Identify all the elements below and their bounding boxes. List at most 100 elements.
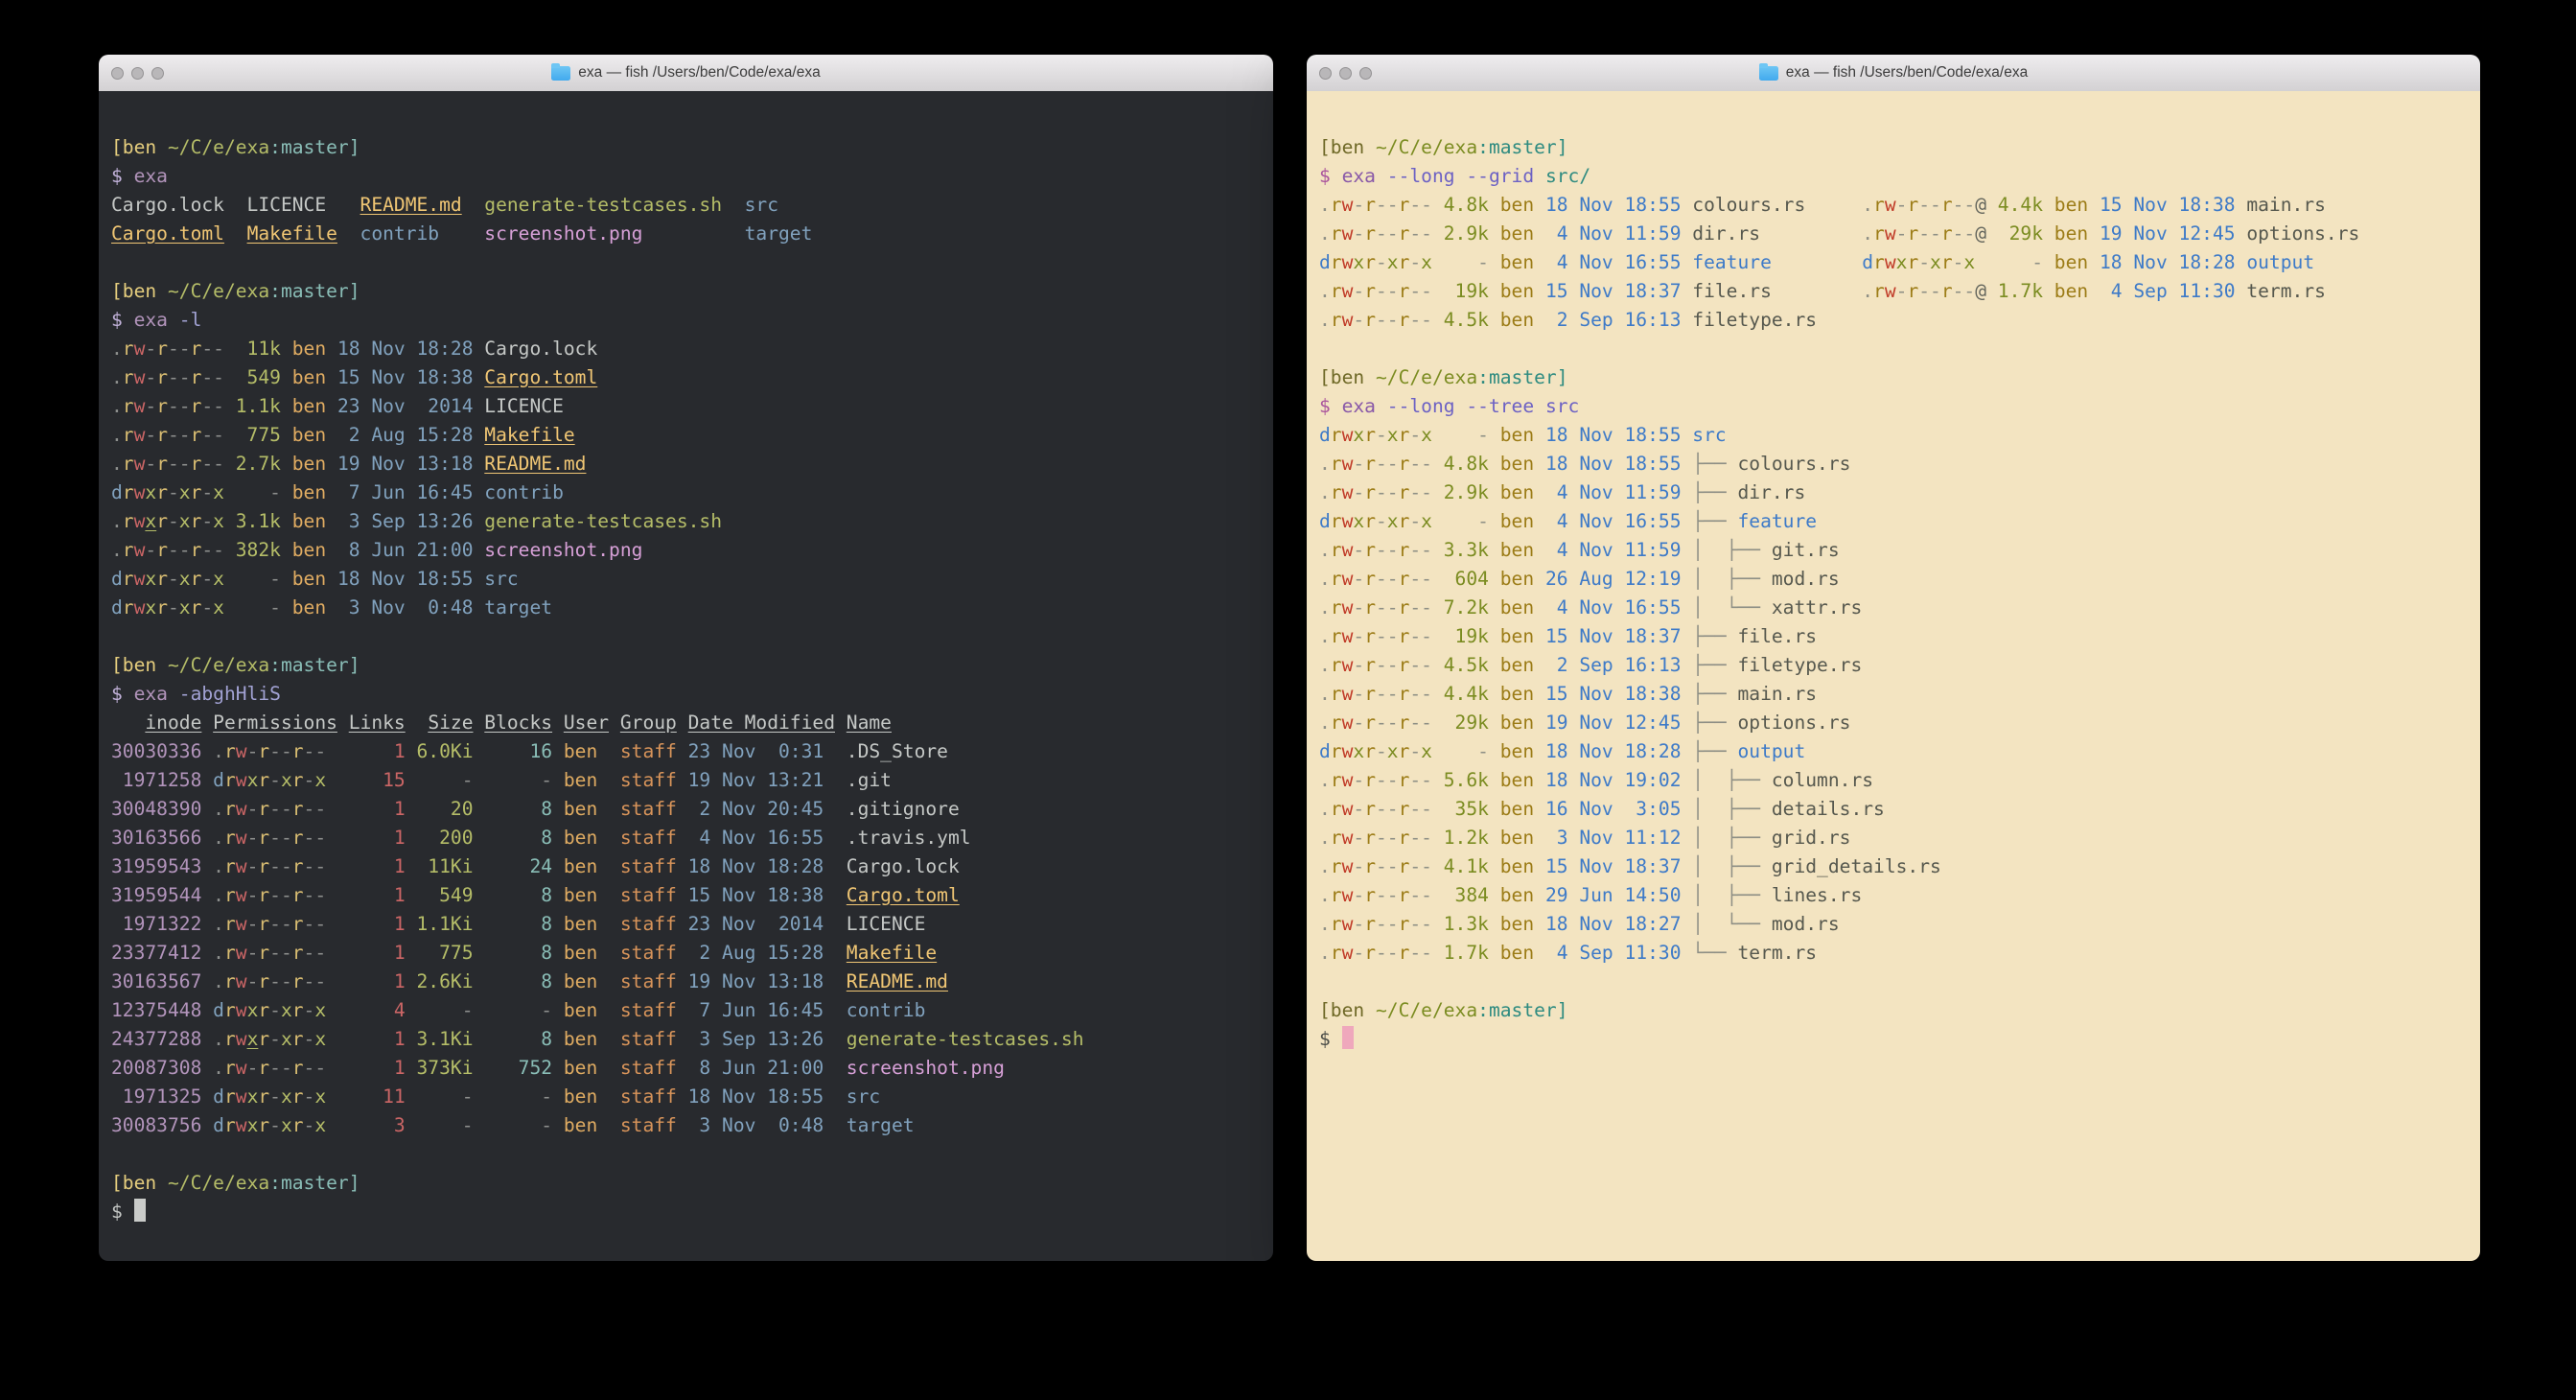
text-run: 1.3k: [1432, 913, 1500, 935]
permission-bits: -: [314, 942, 326, 964]
permission-bits: r: [1399, 453, 1410, 475]
text-run: 1: [326, 970, 416, 992]
permission-bits: -: [1896, 222, 1908, 245]
text-run: ben: [2054, 251, 2100, 273]
permission-bits: r: [1399, 568, 1410, 590]
terminal-line: [ben ~/C/e/exa:master]: [111, 133, 1264, 162]
permission-bits: r: [1399, 769, 1410, 791]
text-run: [722, 194, 745, 216]
zoom-button[interactable]: [151, 67, 164, 80]
text-run: 18 Nov 18:55: [337, 568, 484, 590]
permission-bits: r: [1941, 194, 1953, 216]
text-run: src: [1545, 395, 1579, 417]
minimize-button[interactable]: [131, 67, 144, 80]
permission-bits: x: [213, 510, 224, 532]
terminal-line: $ exa: [111, 162, 1264, 191]
title-bar[interactable]: exa — fish /Users/ben/Code/exa/exa: [99, 55, 1273, 92]
text-run: 19k: [1432, 625, 1500, 647]
permission-bits: -: [1409, 309, 1421, 331]
text-run: Blocks: [484, 712, 552, 734]
text-run: -: [417, 769, 485, 791]
permission-bits: -: [269, 913, 281, 935]
terminal-screen[interactable]: [ben ~/C/e/exa:master]$ exaCargo.lock LI…: [99, 91, 1273, 1261]
permission-bits: -: [269, 855, 281, 877]
permission-bits: -: [1376, 539, 1387, 561]
permission-bits: r: [191, 596, 202, 618]
text-run: Date Modified: [688, 712, 835, 734]
terminal-line: .rw-r--r-- 2.7k ben 19 Nov 13:18 README.…: [111, 450, 1264, 478]
permission-bits: r: [191, 568, 202, 590]
text-run: target: [484, 596, 552, 618]
text-run: staff: [620, 999, 688, 1021]
text-run: -: [1432, 251, 1500, 273]
text-run: 373Ki: [417, 1057, 485, 1079]
close-button[interactable]: [1319, 67, 1332, 80]
permission-bits: w: [1342, 625, 1354, 647]
text-run: 11k: [224, 338, 292, 360]
permission-bits: r: [1399, 712, 1410, 734]
text-run: Makefile: [484, 424, 574, 446]
text-run: 3 Sep 13:26: [688, 1028, 847, 1050]
minimize-button[interactable]: [1339, 67, 1352, 80]
terminal-line: .rw-r--r-- 4.1k ben 15 Nov 18:37 │ ├── g…: [1319, 852, 2471, 881]
text-run: 15 Nov 18:38: [1545, 683, 1692, 705]
text-run: 11: [326, 1085, 416, 1108]
permission-bits: -: [1387, 280, 1399, 302]
permission-bits: r: [1364, 654, 1376, 676]
text-run: │ ├──: [1692, 855, 1772, 877]
text-run: ben: [564, 942, 620, 964]
permission-bits: -: [1409, 942, 1421, 964]
permission-bits: -: [314, 740, 326, 762]
permission-bits: -: [1409, 453, 1421, 475]
permission-bits: r: [123, 338, 134, 360]
permission-bits: w: [236, 827, 247, 849]
permission-bits: r: [1331, 424, 1342, 446]
window-controls: [99, 67, 164, 80]
text-run: ben: [1500, 222, 1545, 245]
text-run: $: [1319, 395, 1342, 417]
text-run: 15 Nov 18:38: [2100, 194, 2246, 216]
text-run: Size: [428, 712, 473, 734]
permission-bits: r: [1399, 596, 1410, 618]
permission-bits: -: [304, 942, 315, 964]
text-run: details.rs: [1772, 798, 1885, 820]
close-button[interactable]: [111, 67, 124, 80]
text-run: exa: [134, 683, 179, 705]
text-run: 4 Nov 16:55: [1545, 510, 1692, 532]
text-run: 19 Nov 13:18: [688, 970, 847, 992]
permission-bits: -: [1387, 798, 1399, 820]
text-run: 4.1k: [1432, 855, 1500, 877]
text-run: 15 Nov 18:37: [1545, 625, 1692, 647]
text-run: ben: [1500, 280, 1545, 302]
text-run: 4.4k: [1986, 194, 2054, 216]
permission-bits: .: [1862, 280, 1873, 302]
text-run: 18 Nov 18:55: [1545, 424, 1692, 446]
terminal-line: [111, 248, 1264, 277]
permission-bits: r: [224, 884, 236, 906]
permission-bits: r: [1399, 625, 1410, 647]
permission-bits: w: [1342, 683, 1354, 705]
permission-bits: -: [269, 1057, 281, 1079]
text-run: [ben: [111, 1172, 168, 1194]
desktop: { "app": { "canvas_bg": "#000000" }, "wi…: [0, 0, 2576, 1400]
terminal-line: [ben ~/C/e/exa:master]: [1319, 133, 2471, 162]
permission-bits: -: [304, 1028, 315, 1050]
text-run: Makefile: [247, 222, 337, 245]
text-run: -: [484, 1114, 564, 1136]
permission-bits: d: [213, 1114, 224, 1136]
permission-bits: -: [314, 827, 326, 849]
permission-bits: -: [1421, 855, 1432, 877]
text-run: [1772, 280, 1862, 302]
text-run: 604: [1432, 568, 1500, 590]
text-run: 4 Sep 11:30: [1545, 942, 1692, 964]
title-bar[interactable]: exa — fish /Users/ben/Code/exa/exa: [1307, 55, 2480, 92]
permission-bits: .: [1862, 194, 1873, 216]
text-run: .travis.yml: [847, 827, 971, 849]
permission-bits: -: [247, 970, 259, 992]
permission-bits: -: [1376, 798, 1387, 820]
text-run: 1971258: [111, 769, 213, 791]
terminal-screen[interactable]: [ben ~/C/e/exa:master]$ exa --long --gri…: [1307, 91, 2480, 1261]
permission-bits: -: [1409, 194, 1421, 216]
permission-bits: x: [247, 769, 259, 791]
zoom-button[interactable]: [1359, 67, 1372, 80]
